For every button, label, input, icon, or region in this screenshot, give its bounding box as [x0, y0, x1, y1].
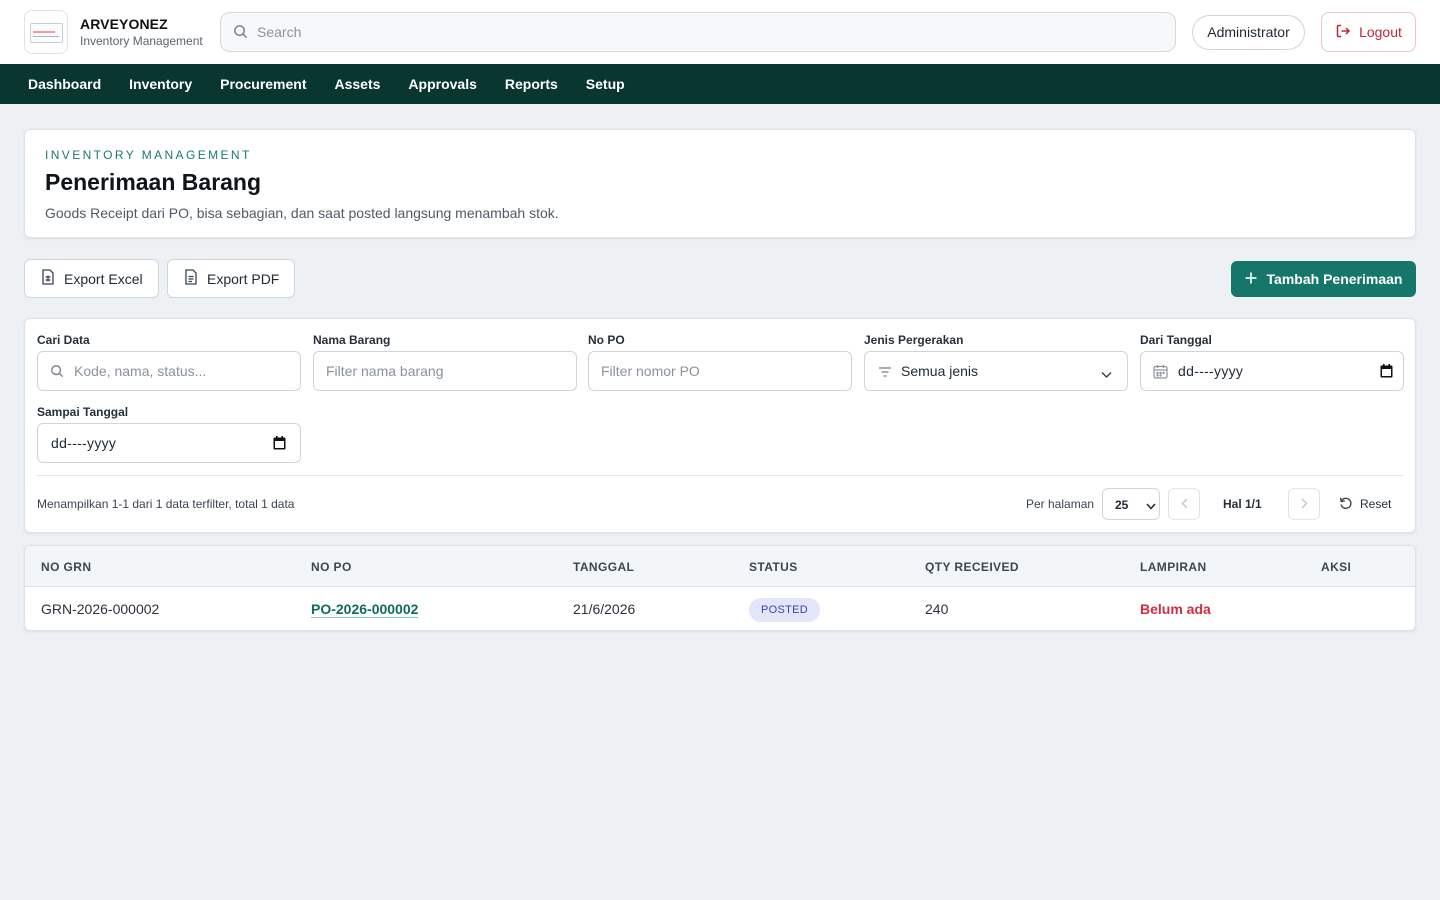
- item-name-field[interactable]: [313, 351, 577, 391]
- prev-page-button[interactable]: [1168, 488, 1200, 520]
- results-summary: Menampilkan 1-1 dari 1 data terfilter, t…: [37, 497, 295, 511]
- next-page-button[interactable]: [1288, 488, 1320, 520]
- movement-type-label: Jenis Pergerakan: [864, 333, 964, 347]
- spreadsheet-icon: [41, 269, 55, 288]
- filter-divider: [37, 475, 1403, 476]
- from-date-label: Dari Tanggal: [1140, 333, 1212, 347]
- logout-button[interactable]: Logout: [1321, 12, 1416, 52]
- chevron-left-icon: [1180, 497, 1188, 512]
- page-eyebrow: INVENTORY MANAGEMENT: [45, 148, 252, 162]
- col-po[interactable]: NO PO: [311, 560, 352, 574]
- filter-panel: Cari Data Nama Barang No PO Jenis Perger…: [24, 318, 1416, 533]
- item-name-label: Nama Barang: [313, 333, 391, 347]
- chevron-down-icon: [1146, 499, 1156, 513]
- chevron-down-icon: [1101, 366, 1112, 384]
- logout-label: Logout: [1359, 24, 1402, 40]
- search-icon: [50, 364, 64, 383]
- page-description: Goods Receipt dari PO, bisa sebagian, da…: [45, 205, 559, 221]
- goods-receipt-table: NO GRN NO PO TANGGAL STATUS QTY RECEIVED…: [24, 545, 1416, 631]
- movement-type-value: Semua jenis: [901, 363, 979, 379]
- export-excel-button[interactable]: Export Excel: [24, 259, 159, 298]
- reset-icon: [1339, 496, 1353, 513]
- col-status[interactable]: STATUS: [749, 560, 798, 574]
- export-excel-label: Export Excel: [64, 270, 143, 287]
- per-page-select[interactable]: 25: [1102, 488, 1160, 520]
- search-icon: [233, 24, 248, 44]
- brand-name: ARVEYONEZ: [80, 16, 168, 32]
- app-logo[interactable]: [24, 10, 68, 54]
- attachment-status[interactable]: Belum ada: [1140, 601, 1211, 617]
- table-header: NO GRN NO PO TANGGAL STATUS QTY RECEIVED…: [25, 546, 1415, 587]
- to-date-label: Sampai Tanggal: [37, 405, 129, 419]
- qty-received: 240: [925, 601, 949, 617]
- nav-dashboard[interactable]: Dashboard: [28, 76, 101, 92]
- nav-reports[interactable]: Reports: [505, 76, 558, 92]
- col-action: AKSI: [1321, 560, 1352, 574]
- po-number-input[interactable]: [601, 352, 841, 390]
- po-number-field[interactable]: [588, 351, 852, 391]
- po-number-label: No PO: [588, 333, 625, 347]
- filter-icon: [878, 365, 892, 383]
- reset-filters-button[interactable]: Reset: [1339, 493, 1391, 515]
- user-menu-button[interactable]: Administrator: [1192, 15, 1305, 50]
- per-page-label: Per halaman: [1026, 497, 1095, 511]
- col-attachment[interactable]: LAMPIRAN: [1140, 560, 1207, 574]
- brand-subtitle: Inventory Management: [80, 34, 203, 48]
- calendar-picker-icon[interactable]: [1380, 364, 1393, 383]
- table-row[interactable]: GRN-2026-000002 PO-2026-000002 21/6/2026…: [25, 587, 1415, 630]
- nav-assets[interactable]: Assets: [335, 76, 381, 92]
- nav-inventory[interactable]: Inventory: [129, 76, 192, 92]
- reset-label: Reset: [1360, 497, 1392, 511]
- from-date-field[interactable]: dd----yyyy: [1140, 351, 1404, 391]
- search-data-field[interactable]: [37, 351, 301, 391]
- nav-setup[interactable]: Setup: [586, 76, 625, 92]
- col-date[interactable]: TANGGAL: [573, 560, 634, 574]
- search-data-input[interactable]: [74, 352, 294, 390]
- from-date-value: dd----yyyy: [1178, 363, 1244, 379]
- nav-approvals[interactable]: Approvals: [408, 76, 476, 92]
- document-icon: [184, 269, 198, 288]
- add-receipt-button[interactable]: Tambah Penerimaan: [1231, 261, 1416, 297]
- calendar-icon: [1153, 364, 1168, 384]
- main-nav: Dashboard Inventory Procurement Assets A…: [0, 64, 1440, 104]
- nav-procurement[interactable]: Procurement: [220, 76, 306, 92]
- page-title: Penerimaan Barang: [45, 169, 262, 195]
- add-receipt-label: Tambah Penerimaan: [1266, 271, 1403, 287]
- top-header: ARVEYONEZ Inventory Management Administr…: [0, 0, 1440, 64]
- item-name-input[interactable]: [326, 352, 566, 390]
- per-page-value: 25: [1115, 498, 1129, 512]
- search-data-label: Cari Data: [37, 333, 90, 347]
- chevron-right-icon: [1300, 497, 1308, 512]
- page-header-card: INVENTORY MANAGEMENT Penerimaan Barang G…: [24, 129, 1416, 238]
- plus-icon: [1245, 271, 1257, 287]
- to-date-field[interactable]: dd----yyyy: [37, 423, 301, 463]
- receipt-date: 21/6/2026: [573, 601, 636, 617]
- status-badge: POSTED: [749, 598, 821, 622]
- export-pdf-label: Export PDF: [207, 270, 280, 287]
- page-info: Hal 1/1: [1223, 497, 1262, 511]
- po-number-link[interactable]: PO-2026-000002: [311, 601, 418, 617]
- to-date-value: dd----yyyy: [51, 435, 117, 451]
- movement-type-select[interactable]: Semua jenis: [864, 351, 1128, 391]
- global-search[interactable]: [220, 12, 1176, 52]
- logout-icon: [1335, 23, 1351, 42]
- col-qty[interactable]: QTY RECEIVED: [925, 560, 1019, 574]
- grn-number: GRN-2026-000002: [41, 601, 160, 617]
- export-pdf-button[interactable]: Export PDF: [167, 259, 295, 298]
- calendar-picker-icon[interactable]: [273, 436, 286, 455]
- global-search-input[interactable]: [257, 13, 1157, 51]
- col-grn[interactable]: NO GRN: [41, 560, 91, 574]
